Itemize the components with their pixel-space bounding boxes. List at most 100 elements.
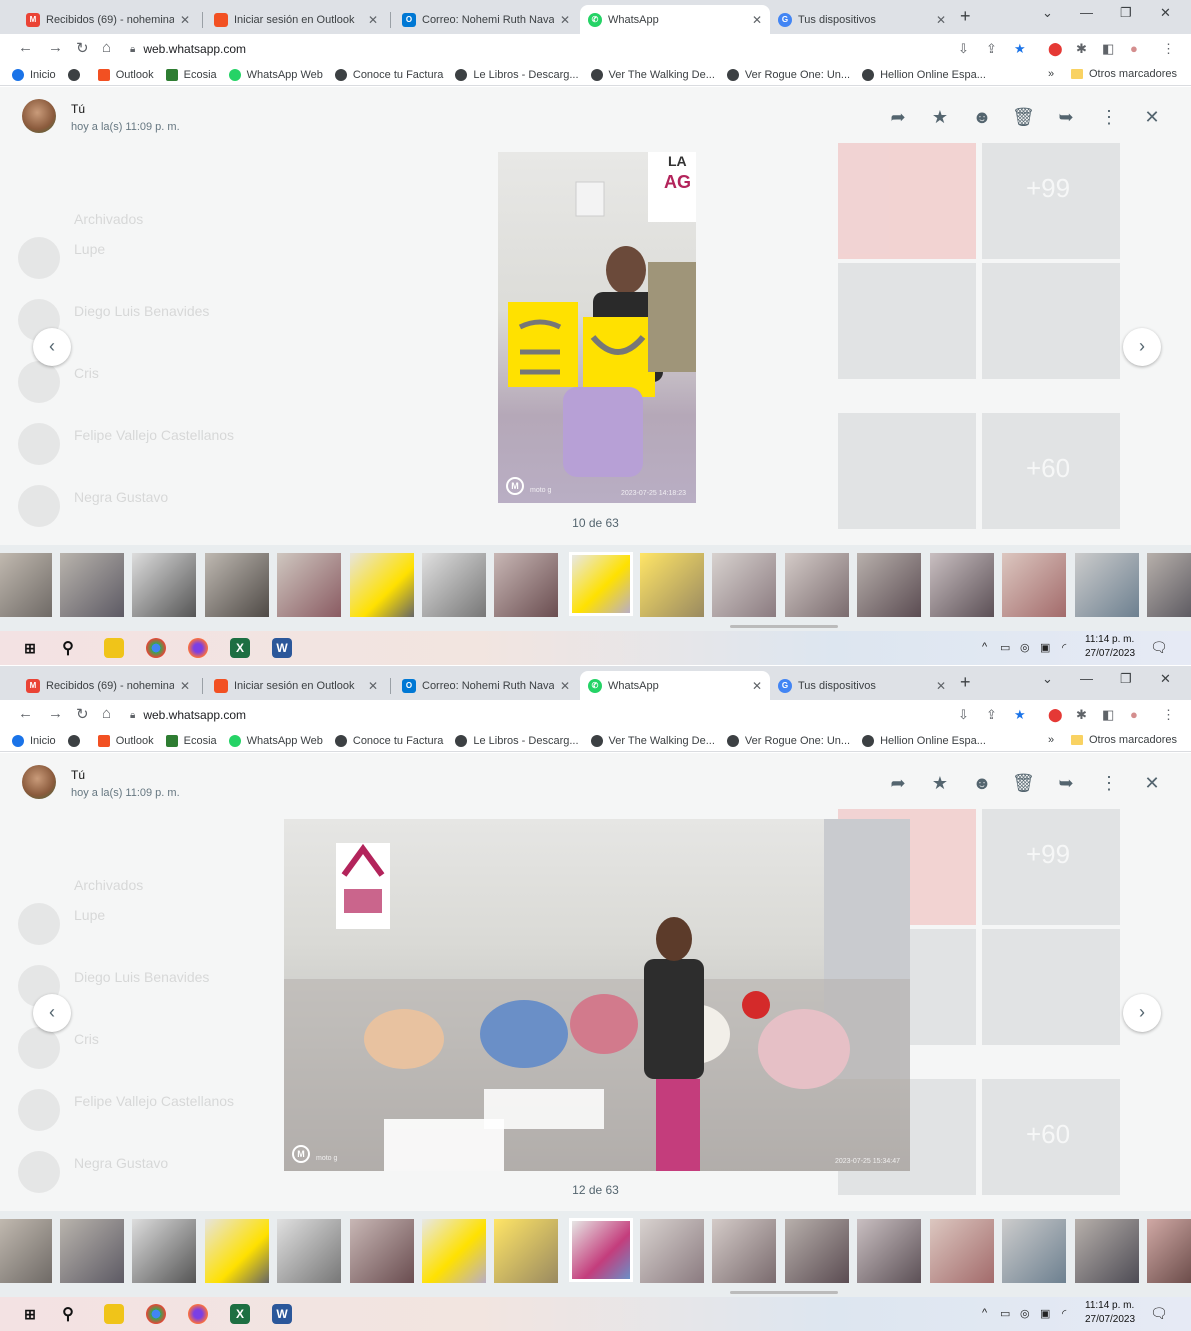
install-icon[interactable]: ⇩ [958, 41, 969, 57]
thumbnail[interactable] [640, 553, 704, 617]
bookmark-item[interactable]: Ver The Walking De... [590, 734, 715, 747]
forward-icon[interactable]: → [48, 705, 63, 722]
meet-icon[interactable]: ◎ [1020, 641, 1030, 654]
bookmark-item[interactable]: Ecosia [165, 734, 217, 747]
tab-outlook-mail[interactable]: O Correo: Nohemi Ruth Navarr ✕ [394, 5, 578, 34]
more-options-icon[interactable]: ⋮ [1098, 773, 1120, 794]
close-tab-icon[interactable]: ✕ [368, 13, 378, 27]
bookmark-item[interactable]: Ecosia [165, 68, 217, 81]
more-bookmarks-button[interactable]: » [1048, 68, 1054, 80]
minimize-button[interactable]: — [1080, 671, 1093, 686]
bookmark-item[interactable] [67, 68, 86, 81]
wifi-icon[interactable]: ◜ [1062, 641, 1066, 654]
next-media-button[interactable]: › [1123, 994, 1161, 1032]
search-icon[interactable]: ⚲ [58, 638, 78, 658]
bookmark-item[interactable]: Ver Rogue One: Un... [726, 734, 850, 747]
thumbnail[interactable] [1002, 553, 1066, 617]
bookmark-item[interactable]: Conoce tu Factura [334, 734, 443, 747]
other-bookmarks[interactable]: Otros marcadores [1070, 734, 1177, 746]
more-bookmarks-button[interactable]: » [1048, 734, 1054, 746]
tab-search-icon[interactable]: ⌄ [1042, 671, 1053, 687]
chrome-icon[interactable] [146, 1304, 166, 1324]
reply-icon[interactable]: ➦ [887, 107, 909, 128]
thumbnail[interactable] [1147, 1219, 1191, 1283]
thumbnail[interactable] [350, 553, 414, 617]
bookmark-item[interactable]: Hellion Online Espa... [862, 734, 986, 747]
react-icon[interactable]: ☻ [971, 107, 993, 128]
tab-search-icon[interactable]: ⌄ [1042, 5, 1053, 21]
thumbnail[interactable] [1075, 1219, 1139, 1283]
extensions-icon[interactable]: ✱ [1076, 41, 1087, 57]
thumbnail[interactable] [205, 553, 269, 617]
thumbnail[interactable] [930, 1219, 994, 1283]
chrome-icon[interactable] [146, 638, 166, 658]
forward-icon[interactable]: → [48, 39, 63, 56]
firefox-icon[interactable] [188, 638, 208, 658]
menu-icon[interactable]: ⋮ [1162, 707, 1175, 723]
extensions-icon[interactable]: ✱ [1076, 707, 1087, 723]
next-media-button[interactable]: › [1123, 328, 1161, 366]
wifi-icon[interactable]: ◜ [1062, 1307, 1066, 1320]
back-icon[interactable]: ← [18, 705, 33, 722]
star-icon[interactable]: ★ [929, 107, 951, 128]
adblock-icon[interactable]: ⬤ [1048, 707, 1063, 723]
menu-icon[interactable]: ⋮ [1162, 41, 1175, 57]
share-icon[interactable]: ⇪ [986, 707, 997, 723]
adblock-icon[interactable]: ⬤ [1048, 41, 1063, 57]
thumbnail[interactable] [712, 553, 776, 617]
tab-outlook-login[interactable]: Iniciar sesión en Outlook ✕ [206, 671, 386, 700]
tab-whatsapp[interactable]: ✆ WhatsApp ✕ [580, 5, 770, 34]
taskbar-clock[interactable]: 11:14 p. m. 27/07/2023 [1085, 1299, 1135, 1327]
more-options-icon[interactable]: ⋮ [1098, 107, 1120, 128]
tab-gmail[interactable]: M Recibidos (69) - noheminaju¿✕ [18, 5, 198, 34]
previous-media-button[interactable]: ‹ [33, 328, 71, 366]
close-tab-icon[interactable]: ✕ [752, 679, 762, 693]
bookmark-item[interactable]: Outlook [97, 734, 154, 747]
bookmark-item[interactable]: WhatsApp Web [228, 734, 323, 747]
side-panel-icon[interactable]: ◧ [1102, 41, 1114, 57]
address-bar[interactable]: 🔒︎ web.whatsapp.com [130, 703, 890, 727]
thumbnail[interactable] [712, 1219, 776, 1283]
delete-icon[interactable]: 🗑︎ [1012, 107, 1035, 128]
star-icon[interactable]: ★ [929, 773, 951, 794]
notification-icon[interactable]: 🗨︎ [1150, 1305, 1168, 1322]
notification-icon[interactable]: 🗨︎ [1150, 639, 1168, 656]
tab-gmail[interactable]: M Recibidos (69) - noheminaju¿✕ [18, 671, 198, 700]
home-icon[interactable]: ⌂ [102, 705, 111, 722]
tab-devices[interactable]: G Tus dispositivos ✕ [770, 671, 954, 700]
close-tab-icon[interactable]: ✕ [368, 679, 378, 693]
bookmark-item[interactable]: Ver Rogue One: Un... [726, 68, 850, 81]
profile-avatar[interactable]: ● [1130, 707, 1138, 722]
close-window-button[interactable]: ✕ [1160, 5, 1171, 21]
forward-icon[interactable]: ➥ [1055, 107, 1077, 128]
thumbnail[interactable] [857, 1219, 921, 1283]
thumbnail-selected[interactable] [569, 552, 633, 616]
thumbnail[interactable] [422, 553, 486, 617]
reload-icon[interactable]: ↻ [76, 39, 89, 57]
close-tab-icon[interactable]: ✕ [180, 679, 190, 693]
forward-icon[interactable]: ➥ [1055, 773, 1077, 794]
share-icon[interactable]: ⇪ [986, 41, 997, 57]
close-tab-icon[interactable]: ✕ [752, 13, 762, 27]
file-explorer-icon[interactable] [104, 1304, 124, 1324]
reload-icon[interactable]: ↻ [76, 705, 89, 723]
bookmark-item[interactable]: Ver The Walking De... [590, 68, 715, 81]
thumbnail-scrollbar[interactable] [730, 625, 838, 628]
bookmark-item[interactable]: Conoce tu Factura [334, 68, 443, 81]
meet-icon[interactable]: ◎ [1020, 1307, 1030, 1320]
bookmark-item[interactable]: Outlook [97, 68, 154, 81]
bookmark-item[interactable] [67, 734, 86, 747]
restore-button[interactable]: ❐ [1120, 671, 1132, 687]
thumbnail[interactable] [277, 553, 341, 617]
thumbnail[interactable] [60, 1219, 124, 1283]
tray-chevron-icon[interactable]: ^ [982, 641, 987, 653]
thumbnail[interactable] [0, 1219, 52, 1283]
thumbnail[interactable] [494, 553, 558, 617]
close-viewer-icon[interactable]: ✕ [1141, 773, 1163, 794]
close-tab-icon[interactable]: ✕ [560, 679, 570, 693]
thumbnail[interactable] [422, 1219, 486, 1283]
new-tab-button[interactable]: + [960, 672, 971, 693]
thumbnail[interactable] [1147, 553, 1191, 617]
tab-whatsapp[interactable]: ✆ WhatsApp ✕ [580, 671, 770, 700]
thumbnail[interactable] [930, 553, 994, 617]
